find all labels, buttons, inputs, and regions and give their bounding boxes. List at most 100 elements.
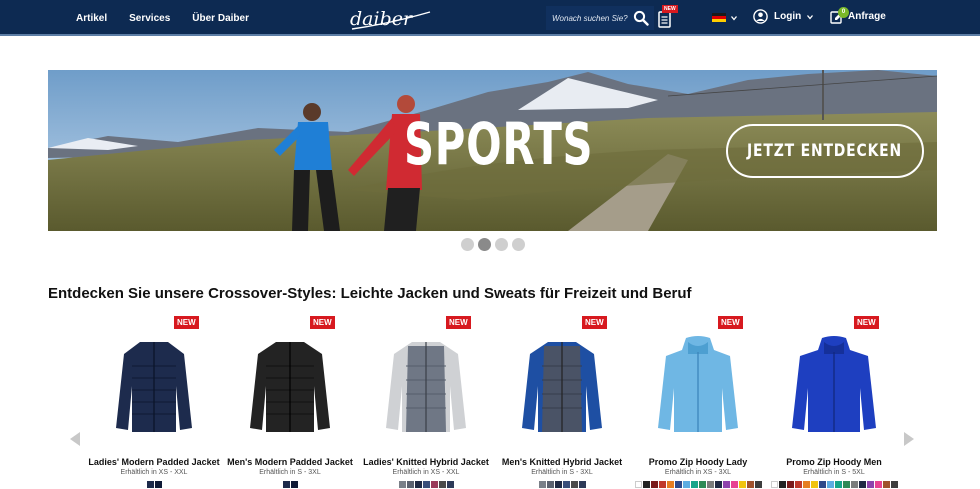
product-name[interactable]: Ladies' Modern Padded Jacket [76, 457, 232, 467]
color-swatch[interactable] [698, 481, 706, 488]
color-swatch[interactable] [438, 481, 446, 488]
color-swatch[interactable] [706, 481, 714, 488]
new-badge: NEW [174, 316, 199, 329]
chevron-down-icon[interactable] [731, 15, 737, 21]
color-swatch[interactable] [538, 481, 546, 488]
product-name[interactable]: Promo Zip Hoody Men [756, 457, 912, 467]
chevron-down-icon [807, 14, 814, 20]
color-swatch[interactable] [890, 481, 898, 488]
product-card[interactable]: NEW Men's Knitted Hybrid Jacket Erhältli… [494, 312, 630, 489]
color-swatch[interactable] [730, 481, 738, 488]
product-sizes: Erhältlich in XS - XXL [392, 469, 460, 476]
product-name[interactable]: Men's Modern Padded Jacket [212, 457, 368, 467]
anfrage-count-badge: 0 [838, 7, 849, 18]
product-sizes: Erhältlich in S - 3XL [531, 469, 593, 476]
color-swatch[interactable] [546, 481, 554, 488]
new-badge: NEW [582, 316, 607, 329]
color-swatch[interactable] [154, 481, 162, 488]
color-swatch[interactable] [414, 481, 422, 488]
color-swatches [494, 481, 630, 488]
color-swatch[interactable] [810, 481, 818, 488]
product-card[interactable]: NEW Promo Zip Hoody Men Erhältlich in S … [766, 312, 902, 489]
color-swatch[interactable] [146, 481, 154, 488]
nav-item-ueber-daiber[interactable]: Über Daiber [192, 13, 249, 24]
color-swatch[interactable] [406, 481, 414, 488]
new-badge: NEW [446, 316, 471, 329]
color-swatch[interactable] [666, 481, 674, 488]
color-swatch[interactable] [398, 481, 406, 488]
color-swatch[interactable] [818, 481, 826, 488]
jacket-image [792, 336, 876, 432]
color-swatch[interactable] [658, 481, 666, 488]
color-swatch[interactable] [578, 481, 586, 488]
slide-dot-3[interactable] [495, 238, 508, 251]
color-swatch[interactable] [642, 481, 650, 488]
login-button[interactable]: Login [753, 9, 814, 24]
color-swatch[interactable] [422, 481, 430, 488]
carousel-next-arrow-icon[interactable] [902, 431, 916, 447]
product-card[interactable]: NEW Ladies' Knitted Hybrid Jacket Erhält… [358, 312, 494, 489]
color-swatch[interactable] [650, 481, 658, 488]
product-name[interactable]: Ladies' Knitted Hybrid Jacket [348, 457, 504, 467]
color-swatch[interactable] [826, 481, 834, 488]
product-sizes: Erhältlich in S - 3XL [259, 469, 321, 476]
color-swatch[interactable] [746, 481, 754, 488]
color-swatch[interactable] [554, 481, 562, 488]
color-swatch[interactable] [842, 481, 850, 488]
color-swatch[interactable] [570, 481, 578, 488]
color-swatch[interactable] [682, 481, 690, 488]
color-swatch[interactable] [882, 481, 890, 488]
color-swatch[interactable] [430, 481, 438, 488]
slide-dot-1[interactable] [461, 238, 474, 251]
color-swatch[interactable] [858, 481, 866, 488]
color-swatch[interactable] [850, 481, 858, 488]
german-flag-icon[interactable] [712, 13, 726, 22]
product-sizes: Erhältlich in XS - 3XL [664, 469, 732, 476]
search-input[interactable] [552, 13, 630, 23]
search-icon[interactable] [633, 10, 649, 26]
product-name[interactable]: Promo Zip Hoody Lady [620, 457, 776, 467]
hero-banner[interactable]: SPORTS JETZT ENTDECKEN [48, 70, 937, 231]
color-swatch[interactable] [714, 481, 722, 488]
color-swatches [86, 481, 222, 488]
color-swatch[interactable] [834, 481, 842, 488]
nav-item-artikel[interactable]: Artikel [76, 13, 107, 24]
color-swatches [222, 481, 358, 488]
color-swatch[interactable] [290, 481, 298, 488]
color-swatch[interactable] [754, 481, 762, 488]
carousel-prev-arrow-icon[interactable] [68, 431, 82, 447]
color-swatches [766, 481, 902, 488]
slide-dot-2[interactable] [478, 238, 491, 251]
search-box[interactable] [546, 6, 654, 30]
jetzt-entdecken-button[interactable]: JETZT ENTDECKEN [726, 124, 924, 178]
color-swatch[interactable] [282, 481, 290, 488]
daiber-logo[interactable]: daiber [348, 4, 432, 32]
new-badge-clipboard: NEW [662, 5, 678, 13]
slide-dot-4[interactable] [512, 238, 525, 251]
color-swatch[interactable] [634, 481, 642, 488]
color-swatch[interactable] [794, 481, 802, 488]
color-swatch[interactable] [446, 481, 454, 488]
color-swatch[interactable] [738, 481, 746, 488]
color-swatches [358, 481, 494, 488]
product-name[interactable]: Men's Knitted Hybrid Jacket [484, 457, 640, 467]
main-nav: Artikel Services Über Daiber [76, 0, 249, 36]
color-swatch[interactable] [778, 481, 786, 488]
product-card[interactable]: NEW Promo Zip Hoody Lady Erhältlich in X… [630, 312, 766, 489]
new-badge: NEW [854, 316, 879, 329]
nav-item-services[interactable]: Services [129, 13, 170, 24]
color-swatches [630, 481, 766, 488]
color-swatch[interactable] [562, 481, 570, 488]
color-swatch[interactable] [786, 481, 794, 488]
color-swatch[interactable] [770, 481, 778, 488]
color-swatch[interactable] [722, 481, 730, 488]
product-sizes: Erhältlich in S - 5XL [803, 469, 865, 476]
color-swatch[interactable] [690, 481, 698, 488]
color-swatch[interactable] [802, 481, 810, 488]
color-swatch[interactable] [874, 481, 882, 488]
color-swatch[interactable] [866, 481, 874, 488]
color-swatch[interactable] [674, 481, 682, 488]
product-card[interactable]: NEW Ladies' Modern Padded Jacket Erhältl… [86, 312, 222, 489]
product-card[interactable]: NEW Men's Modern Padded Jacket Erhältlic… [222, 312, 358, 489]
jacket-image [522, 342, 602, 432]
